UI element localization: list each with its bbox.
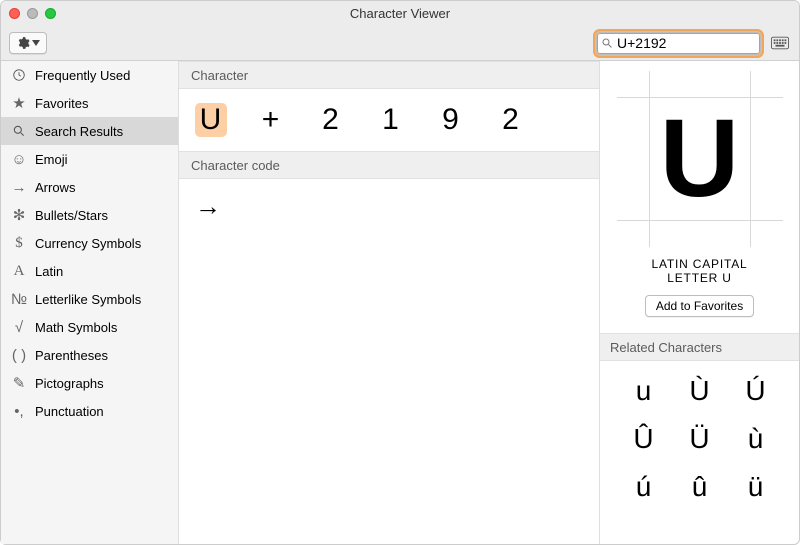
search-field[interactable] <box>596 32 761 55</box>
character-glyph[interactable]: 1 <box>375 103 407 137</box>
close-window-button[interactable] <box>9 8 20 19</box>
character-glyph[interactable]: 2 <box>495 103 527 137</box>
add-to-favorites-button[interactable]: Add to Favorites <box>645 295 754 317</box>
sidebar: Frequently Used ★ Favorites Search Resul… <box>1 61 179 544</box>
code-glyph[interactable]: → <box>195 191 221 221</box>
content: Character U + 2 1 9 2 Character code → <box>179 61 799 544</box>
sidebar-item-label: Arrows <box>35 180 75 195</box>
related-character[interactable]: ù <box>730 417 782 461</box>
character-name: LATIN CAPITAL LETTER U <box>644 257 756 285</box>
sidebar-item-label: Letterlike Symbols <box>35 292 141 307</box>
window-title: Character Viewer <box>1 6 799 21</box>
magnifier-icon <box>11 124 27 138</box>
star-icon: ★ <box>11 96 27 111</box>
sidebar-item-label: Math Symbols <box>35 320 117 335</box>
related-characters-grid: u Ù Ú Û Ü ù ú û ü <box>618 369 782 509</box>
sidebar-item-frequently-used[interactable]: Frequently Used <box>1 61 178 89</box>
sidebar-item-currency[interactable]: $ Currency Symbols <box>1 229 178 257</box>
main-column: Character U + 2 1 9 2 Character code → <box>179 61 599 544</box>
parens-icon: ( ) <box>11 348 27 363</box>
settings-menu-button[interactable] <box>9 32 47 54</box>
gear-icon <box>16 36 30 50</box>
character-glyph[interactable]: 9 <box>435 103 467 137</box>
sidebar-item-favorites[interactable]: ★ Favorites <box>1 89 178 117</box>
sidebar-item-pictographs[interactable]: ✎ Pictographs <box>1 369 178 397</box>
sidebar-item-label: Parentheses <box>35 348 108 363</box>
sidebar-item-letterlike[interactable]: № Letterlike Symbols <box>1 285 178 313</box>
toolbar <box>1 26 799 61</box>
sidebar-item-punctuation[interactable]: •, Punctuation <box>1 397 178 425</box>
sqrt-icon: √ <box>11 320 27 335</box>
character-row: U + 2 1 9 2 <box>179 89 599 151</box>
related-character[interactable]: u <box>618 369 670 413</box>
detail-panel: U LATIN CAPITAL LETTER U Add to Favorite… <box>599 61 799 544</box>
sidebar-item-parentheses[interactable]: ( ) Parentheses <box>1 341 178 369</box>
character-section-header: Character <box>179 61 599 89</box>
window-controls <box>9 8 56 19</box>
character-glyph[interactable]: + <box>255 103 287 137</box>
sidebar-item-math[interactable]: √ Math Symbols <box>1 313 178 341</box>
character-glyph[interactable]: U <box>195 103 227 137</box>
minimize-window-button[interactable] <box>27 8 38 19</box>
sidebar-item-label: Bullets/Stars <box>35 208 108 223</box>
sidebar-item-arrows[interactable]: → Arrows <box>1 173 178 201</box>
dollar-icon: $ <box>11 236 27 251</box>
keyboard-viewer-button[interactable] <box>769 32 791 54</box>
sidebar-item-label: Punctuation <box>35 404 104 419</box>
sidebar-item-label: Emoji <box>35 152 68 167</box>
related-character[interactable]: Ü <box>674 417 726 461</box>
related-character[interactable]: Ù <box>674 369 726 413</box>
titlebar: Character Viewer <box>1 1 799 26</box>
asterisk-icon: ✻ <box>11 208 27 223</box>
latin-icon: A <box>11 264 27 279</box>
zoom-window-button[interactable] <box>45 8 56 19</box>
character-code-section-header: Character code <box>179 151 599 179</box>
chevron-down-icon <box>32 40 40 46</box>
related-character[interactable]: û <box>674 465 726 509</box>
sidebar-item-label: Pictographs <box>35 376 104 391</box>
sidebar-item-search-results[interactable]: Search Results <box>1 117 178 145</box>
sidebar-item-label: Currency Symbols <box>35 236 141 251</box>
related-character[interactable]: ú <box>618 465 670 509</box>
character-glyph[interactable]: 2 <box>315 103 347 137</box>
sidebar-item-label: Latin <box>35 264 63 279</box>
related-character[interactable]: ü <box>730 465 782 509</box>
numero-icon: № <box>11 292 27 307</box>
character-code-row: → <box>179 179 599 234</box>
arrow-icon: → <box>11 180 27 195</box>
related-characters-header: Related Characters <box>600 333 799 361</box>
body: Frequently Used ★ Favorites Search Resul… <box>1 61 799 544</box>
sidebar-item-label: Search Results <box>35 124 123 139</box>
sidebar-item-label: Frequently Used <box>35 68 130 83</box>
smile-icon: ☺ <box>11 152 27 167</box>
glyph-preview-character: U <box>660 104 739 214</box>
character-viewer-window: Character Viewer <box>0 0 800 545</box>
related-character[interactable]: Ú <box>730 369 782 413</box>
clock-icon <box>11 68 27 82</box>
sidebar-item-label: Favorites <box>35 96 88 111</box>
pictograph-icon: ✎ <box>11 376 27 391</box>
related-character[interactable]: Û <box>618 417 670 461</box>
sidebar-item-latin[interactable]: A Latin <box>1 257 178 285</box>
punctuation-icon: •, <box>11 404 27 419</box>
search-icon <box>601 37 613 49</box>
sidebar-item-bullets-stars[interactable]: ✻ Bullets/Stars <box>1 201 178 229</box>
sidebar-item-emoji[interactable]: ☺ Emoji <box>1 145 178 173</box>
glyph-preview: U <box>625 79 775 239</box>
